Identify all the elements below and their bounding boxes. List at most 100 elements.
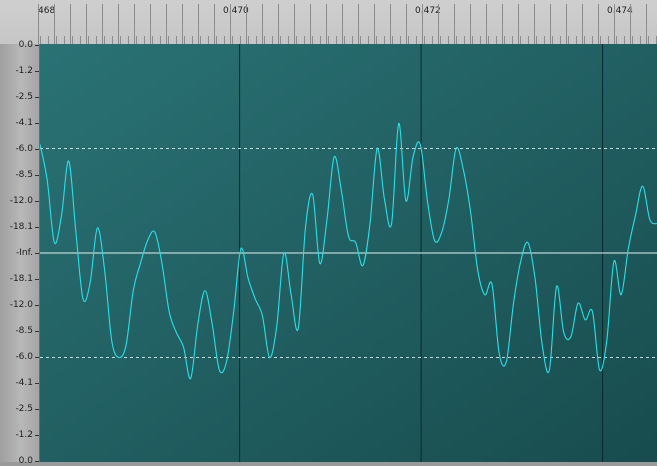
- ruler-minor-tick: [368, 36, 369, 44]
- db-tick: [35, 305, 39, 306]
- db-label: 0.0: [18, 456, 33, 466]
- db-tick: [35, 253, 39, 254]
- ruler-minor-tick: [560, 36, 561, 44]
- ruler-minor-tick: [80, 36, 81, 44]
- ruler-minor-tick: [216, 36, 217, 44]
- ruler-tick: [86, 4, 87, 44]
- ruler-tick: [310, 4, 311, 44]
- ruler-minor-tick: [136, 36, 137, 44]
- db-tick: [35, 97, 39, 98]
- ruler-label-0470: 0.470: [223, 6, 249, 16]
- ruler-tick: [214, 4, 215, 44]
- ruler-tick: [630, 4, 631, 44]
- ruler-tick: [230, 4, 231, 44]
- db-label: -12.0: [9, 300, 33, 310]
- ruler-minor-tick: [144, 36, 145, 44]
- ruler-minor-tick: [112, 36, 113, 44]
- waveform-area[interactable]: [40, 44, 657, 462]
- ruler-minor-tick: [432, 36, 433, 44]
- ruler-minor-tick: [440, 36, 441, 44]
- ruler-minor-tick: [376, 36, 377, 44]
- ruler-minor-tick: [504, 36, 505, 44]
- ruler-minor-tick: [608, 36, 609, 44]
- ruler-tick: [422, 4, 423, 44]
- db-tick: [35, 279, 39, 280]
- db-label: -1.2: [15, 66, 33, 76]
- db-label: -18.1: [9, 222, 33, 232]
- ruler-minor-tick: [344, 36, 345, 44]
- ruler-minor-tick: [128, 36, 129, 44]
- time-ruler[interactable]: 468 0.470 0.472 0.474: [0, 0, 657, 44]
- ruler-tick: [70, 4, 71, 44]
- waveform-chart[interactable]: [40, 44, 657, 462]
- db-label: -18.1: [9, 274, 33, 284]
- ruler-minor-tick: [288, 36, 289, 44]
- ruler-tick: [198, 4, 199, 44]
- db-tick: [35, 383, 39, 384]
- ruler-minor-tick: [280, 36, 281, 44]
- db-tick: [35, 201, 39, 202]
- ruler-minor-tick: [616, 36, 617, 44]
- ruler-tick: [470, 4, 471, 44]
- ruler-minor-tick: [512, 36, 513, 44]
- ruler-label-468: 468: [38, 6, 56, 16]
- ruler-minor-tick: [72, 36, 73, 44]
- ruler-minor-tick: [568, 36, 569, 44]
- ruler-tick: [358, 4, 359, 44]
- ruler-minor-tick: [648, 36, 649, 44]
- ruler-tick: [374, 4, 375, 44]
- ruler-tick: [326, 4, 327, 44]
- db-label: -2.5: [15, 92, 33, 102]
- db-label: -8.5: [15, 326, 33, 336]
- ruler-tick: [614, 4, 615, 44]
- ruler-tick: [342, 4, 343, 44]
- ruler-minor-tick: [464, 36, 465, 44]
- ruler-minor-tick: [448, 36, 449, 44]
- db-tick: [35, 409, 39, 410]
- ruler-minor-tick: [480, 36, 481, 44]
- ruler-minor-tick: [56, 36, 57, 44]
- ruler-minor-tick: [312, 36, 313, 44]
- ruler-tick: [262, 4, 263, 44]
- ruler-tick: [246, 4, 247, 44]
- db-scale: 0.0 -1.2 -2.5 -4.1 -6.0 -8.5 -12.0 -18.1 -Inf. -1…: [0, 40, 40, 466]
- ruler-minor-tick: [208, 36, 209, 44]
- ruler-minor-tick: [520, 36, 521, 44]
- ruler-tick: [438, 4, 439, 44]
- ruler-tick: [102, 4, 103, 44]
- db-tick: [35, 149, 39, 150]
- ruler-tick: [38, 4, 39, 44]
- ruler-tick: [406, 4, 407, 44]
- db-tick: [35, 45, 39, 46]
- db-label: -6.0: [15, 144, 33, 154]
- ruler-minor-tick: [584, 36, 585, 44]
- ruler-minor-tick: [392, 36, 393, 44]
- ruler-tick: [566, 4, 567, 44]
- db-tick: [35, 357, 39, 358]
- db-label: -8.5: [15, 170, 33, 180]
- ruler-tick: [390, 4, 391, 44]
- db-tick: [35, 71, 39, 72]
- ruler-minor-tick: [64, 36, 65, 44]
- ruler-minor-tick: [600, 36, 601, 44]
- ruler-minor-tick: [152, 36, 153, 44]
- ruler-tick: [502, 4, 503, 44]
- ruler-minor-tick: [472, 36, 473, 44]
- ruler-minor-tick: [272, 36, 273, 44]
- ruler-minor-tick: [488, 36, 489, 44]
- ruler-minor-tick: [576, 36, 577, 44]
- ruler-tick: [582, 4, 583, 44]
- ruler-tick: [486, 4, 487, 44]
- ruler-minor-tick: [224, 36, 225, 44]
- ruler-tick: [598, 4, 599, 44]
- db-label: -6.0: [15, 352, 33, 362]
- ruler-tick: [118, 4, 119, 44]
- ruler-minor-tick: [416, 36, 417, 44]
- ruler-tick: [550, 4, 551, 44]
- db-tick: [35, 123, 39, 124]
- ruler-minor-tick: [360, 36, 361, 44]
- ruler-minor-tick: [632, 36, 633, 44]
- ruler-minor-tick: [88, 36, 89, 44]
- ruler-tick: [278, 4, 279, 44]
- ruler-minor-tick: [120, 36, 121, 44]
